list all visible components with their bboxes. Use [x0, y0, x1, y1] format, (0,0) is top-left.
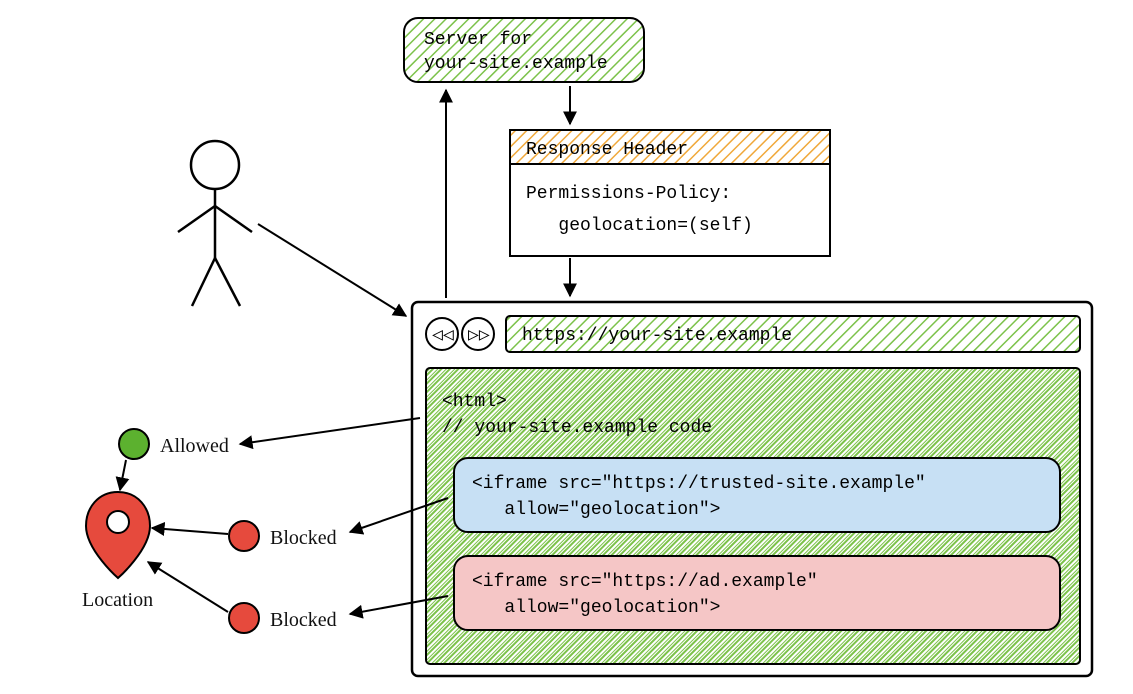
arrow-html-to-allowed — [240, 418, 420, 444]
server-line1: Server for — [424, 30, 532, 50]
location-label: Location — [82, 589, 153, 611]
response-header-card: Response Header Permissions-Policy: geol… — [510, 130, 830, 256]
svg-text:◁◁: ◁◁ — [432, 326, 454, 346]
arrow-blocked1-to-pin — [152, 528, 228, 534]
iframe-trusted-line2: allow="geolocation"> — [472, 500, 720, 520]
user-stick-figure — [178, 141, 252, 306]
iframe-trusted-line1: <iframe src="https://trusted-site.exampl… — [472, 474, 926, 494]
arrow-user-to-browser — [258, 224, 406, 316]
response-header-line2: geolocation=(self) — [526, 216, 753, 236]
url-text: https://your-site.example — [522, 326, 792, 346]
blocked-label-1: Blocked — [270, 527, 337, 549]
response-header-line1: Permissions-Policy: — [526, 184, 731, 204]
iframe-trusted — [454, 458, 1060, 532]
browser-window: ◁◁ ▷▷ https://your-site.example <html> /… — [412, 302, 1092, 676]
blocked-dot-1 — [229, 521, 259, 551]
arrow-allowed-to-pin — [120, 460, 126, 490]
server-line2: your-site.example — [424, 54, 608, 74]
allowed-dot — [119, 429, 149, 459]
page-comment: // your-site.example code — [442, 418, 712, 438]
blocked-label-2: Blocked — [270, 609, 337, 631]
iframe-ad-line1: <iframe src="https://ad.example" — [472, 572, 818, 592]
response-header-title: Response Header — [526, 140, 688, 160]
arrow-blocked2-to-pin — [148, 562, 228, 612]
svg-text:▷▷: ▷▷ — [468, 326, 490, 346]
blocked-dot-2 — [229, 603, 259, 633]
page-html-tag: <html> — [442, 392, 507, 412]
server-box: Server for your-site.example — [404, 18, 644, 82]
diagram-canvas: Server for your-site.example Response He… — [0, 0, 1133, 694]
iframe-ad-line2: allow="geolocation"> — [472, 598, 720, 618]
location-pin-icon — [86, 492, 150, 578]
iframe-ad — [454, 556, 1060, 630]
allowed-label: Allowed — [160, 435, 229, 457]
